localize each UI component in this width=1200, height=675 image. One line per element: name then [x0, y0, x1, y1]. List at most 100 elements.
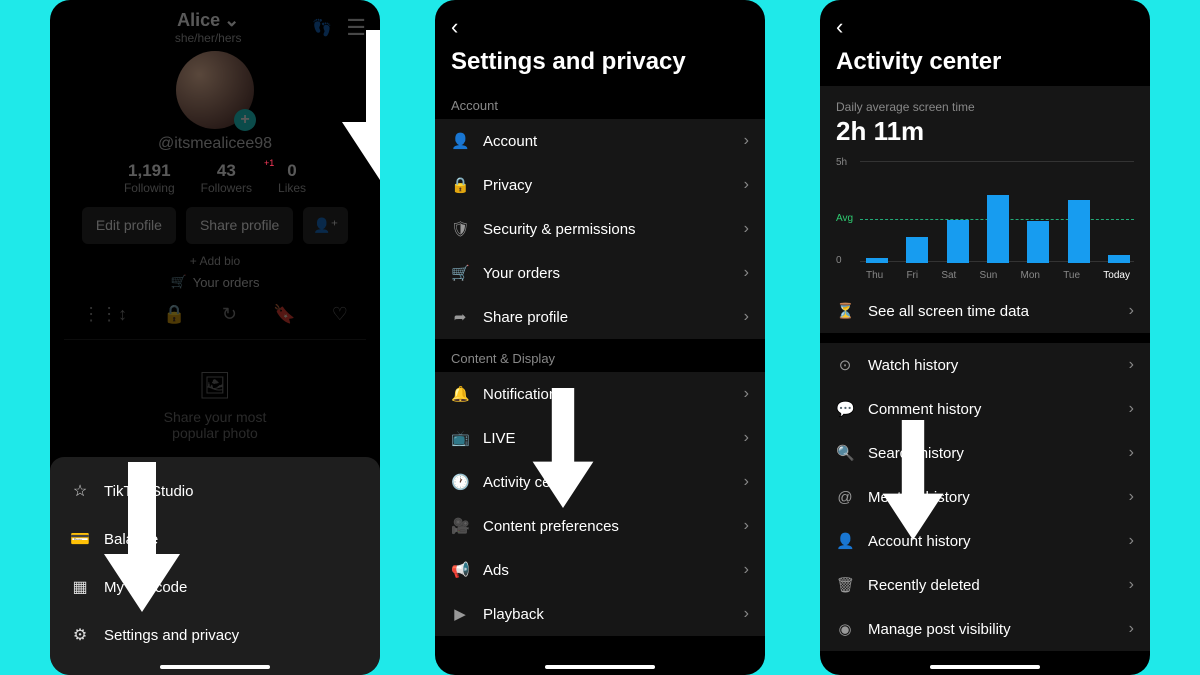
- avatar-add-icon[interactable]: +: [234, 109, 256, 131]
- lock-icon: 🔒: [451, 176, 469, 194]
- row-account-history[interactable]: 👤Account history›: [820, 519, 1150, 563]
- row-content-prefs[interactable]: 🎥Content preferences›: [435, 504, 765, 548]
- chevron-right-icon: ›: [744, 429, 749, 447]
- row-watch-history[interactable]: ⊙Watch history›: [820, 343, 1150, 387]
- row-live[interactable]: 📺LIVE›: [435, 416, 765, 460]
- chart-xlabel-mon: Mon: [1021, 270, 1040, 281]
- row-activity-center[interactable]: 🕐Activity center›: [435, 460, 765, 504]
- stat-likes[interactable]: 0 Likes: [278, 161, 306, 195]
- chevron-right-icon: ›: [1129, 356, 1134, 374]
- row-ads[interactable]: 📢Ads›: [435, 548, 765, 592]
- heart-tab-icon[interactable]: ♡: [332, 304, 348, 325]
- chart-xlabel-sat: Sat: [941, 270, 956, 281]
- search-icon: 🔍: [836, 444, 854, 462]
- add-user-icon: 👤⁺: [313, 217, 338, 233]
- home-indicator: [160, 665, 270, 669]
- chevron-right-icon: ›: [744, 308, 749, 326]
- repost-tab-icon[interactable]: ↻: [222, 304, 237, 325]
- person-icon: 👤: [836, 532, 854, 550]
- sheet-item-balance[interactable]: 💳 Balance: [50, 515, 380, 563]
- home-indicator: [545, 665, 655, 669]
- chart-bar-mon: [1027, 221, 1049, 263]
- play-icon: ▶: [451, 605, 469, 623]
- profile-name-text: Alice: [177, 10, 220, 31]
- gear-icon: ⚙: [70, 625, 90, 645]
- row-search-history[interactable]: 🔍Search history›: [820, 431, 1150, 475]
- chart-bar-sun: [987, 195, 1009, 263]
- empty-state: 🖼 Share your most popular photo: [164, 370, 267, 441]
- trash-icon: 🗑: [836, 576, 854, 594]
- chevron-right-icon: ›: [744, 176, 749, 194]
- chevron-right-icon: ›: [1129, 532, 1134, 550]
- back-button[interactable]: ‹: [836, 14, 843, 40]
- stat-followers[interactable]: 43 Followers: [201, 161, 252, 195]
- page-title: Activity center: [820, 44, 1150, 86]
- add-bio-button[interactable]: + Add bio: [190, 254, 240, 268]
- add-friend-button[interactable]: 👤⁺: [303, 207, 348, 244]
- photo-icon: 🖼: [164, 370, 267, 401]
- chart-ylabel-bottom: 0: [836, 255, 842, 266]
- row-comment-history[interactable]: 💬Comment history›: [820, 387, 1150, 431]
- row-manage-visibility[interactable]: ◉Manage post visibility›: [820, 607, 1150, 651]
- back-button[interactable]: ‹: [451, 14, 458, 40]
- profile-name[interactable]: Alice ⌄: [177, 10, 239, 31]
- row-share-profile[interactable]: ➦Share profile›: [435, 295, 765, 339]
- screen-time-value: 2h 11m: [836, 116, 1134, 147]
- chevron-right-icon: ›: [744, 132, 749, 150]
- chart-bar-thu: [866, 258, 888, 263]
- megaphone-icon: 📢: [451, 561, 469, 579]
- wallet-icon: 💳: [70, 529, 90, 549]
- chevron-right-icon: ›: [1129, 302, 1134, 320]
- row-security[interactable]: 🛡Security & permissions›: [435, 207, 765, 251]
- chevron-right-icon: ›: [744, 264, 749, 282]
- sheet-item-settings[interactable]: ⚙ Settings and privacy: [50, 611, 380, 659]
- chart-xlabel-fri: Fri: [906, 270, 918, 281]
- row-recently-deleted[interactable]: 🗑Recently deleted›: [820, 563, 1150, 607]
- shield-icon: 🛡: [451, 220, 469, 238]
- eye-icon: ◉: [836, 620, 854, 638]
- grid-tab-icon[interactable]: ⋮⋮↕: [82, 304, 127, 325]
- chevron-down-icon: ⌄: [224, 10, 239, 31]
- row-account[interactable]: 👤Account›: [435, 119, 765, 163]
- row-mention-history[interactable]: @Mention history›: [820, 475, 1150, 519]
- edit-profile-button[interactable]: Edit profile: [82, 207, 176, 244]
- sheet-item-studio[interactable]: ☆ TikTok Studio: [50, 467, 380, 515]
- row-privacy[interactable]: 🔒Privacy›: [435, 163, 765, 207]
- screen-profile: Alice ⌄ she/her/hers 👣 ☰ + @itsmealicee9…: [50, 0, 380, 675]
- avatar[interactable]: +: [176, 51, 254, 129]
- cart-icon: 🛒: [171, 274, 187, 290]
- stat-following[interactable]: 1,191 Following: [124, 161, 175, 195]
- row-orders[interactable]: 🛒Your orders›: [435, 251, 765, 295]
- row-see-all-screen-time[interactable]: ⏳See all screen time data›: [820, 289, 1150, 333]
- screen-time-card: Daily average screen time 2h 11m 5h Avg …: [820, 86, 1150, 289]
- footprint-icon[interactable]: 👣: [312, 18, 332, 38]
- menu-bottom-sheet: ☆ TikTok Studio 💳 Balance ▦ My QR code ⚙…: [50, 457, 380, 675]
- your-orders-link[interactable]: 🛒 Your orders: [171, 274, 260, 290]
- bookmark-tab-icon[interactable]: 🔖: [273, 304, 295, 325]
- pronouns-text: she/her/hers: [175, 31, 242, 45]
- followers-delta-badge: +1: [264, 158, 274, 168]
- person-icon: 👤: [451, 132, 469, 150]
- chart-bar-fri: [906, 237, 928, 263]
- profile-tabstrip: ⋮⋮↕ 🔒 ↻ 🔖 ♡: [64, 290, 366, 340]
- chart-bar-tue: [1068, 200, 1090, 263]
- clock-icon: 🕐: [451, 473, 469, 491]
- profile-dimmed-area: Alice ⌄ she/her/hers 👣 ☰ + @itsmealicee9…: [50, 0, 380, 441]
- chevron-right-icon: ›: [1129, 488, 1134, 506]
- chevron-right-icon: ›: [1129, 576, 1134, 594]
- sheet-item-qrcode[interactable]: ▦ My QR code: [50, 563, 380, 611]
- handle-text: @itsmealicee98: [158, 135, 272, 153]
- share-profile-button[interactable]: Share profile: [186, 207, 293, 244]
- screen-time-chart: 5h Avg 0 ThuFriSatSunMonTueToday: [836, 161, 1134, 281]
- row-notifications[interactable]: 🔔Notifications›: [435, 372, 765, 416]
- section-account-label: Account: [435, 86, 765, 119]
- video-icon: 🎥: [451, 517, 469, 535]
- row-playback[interactable]: ▶Playback›: [435, 592, 765, 636]
- studio-icon: ☆: [70, 481, 90, 501]
- chart-xlabel-sun: Sun: [980, 270, 998, 281]
- page-title: Settings and privacy: [435, 44, 765, 86]
- callout-arrow-activity: [530, 388, 596, 508]
- lock-tab-icon[interactable]: 🔒: [163, 304, 185, 325]
- chevron-right-icon: ›: [1129, 444, 1134, 462]
- play-circle-icon: ⊙: [836, 356, 854, 374]
